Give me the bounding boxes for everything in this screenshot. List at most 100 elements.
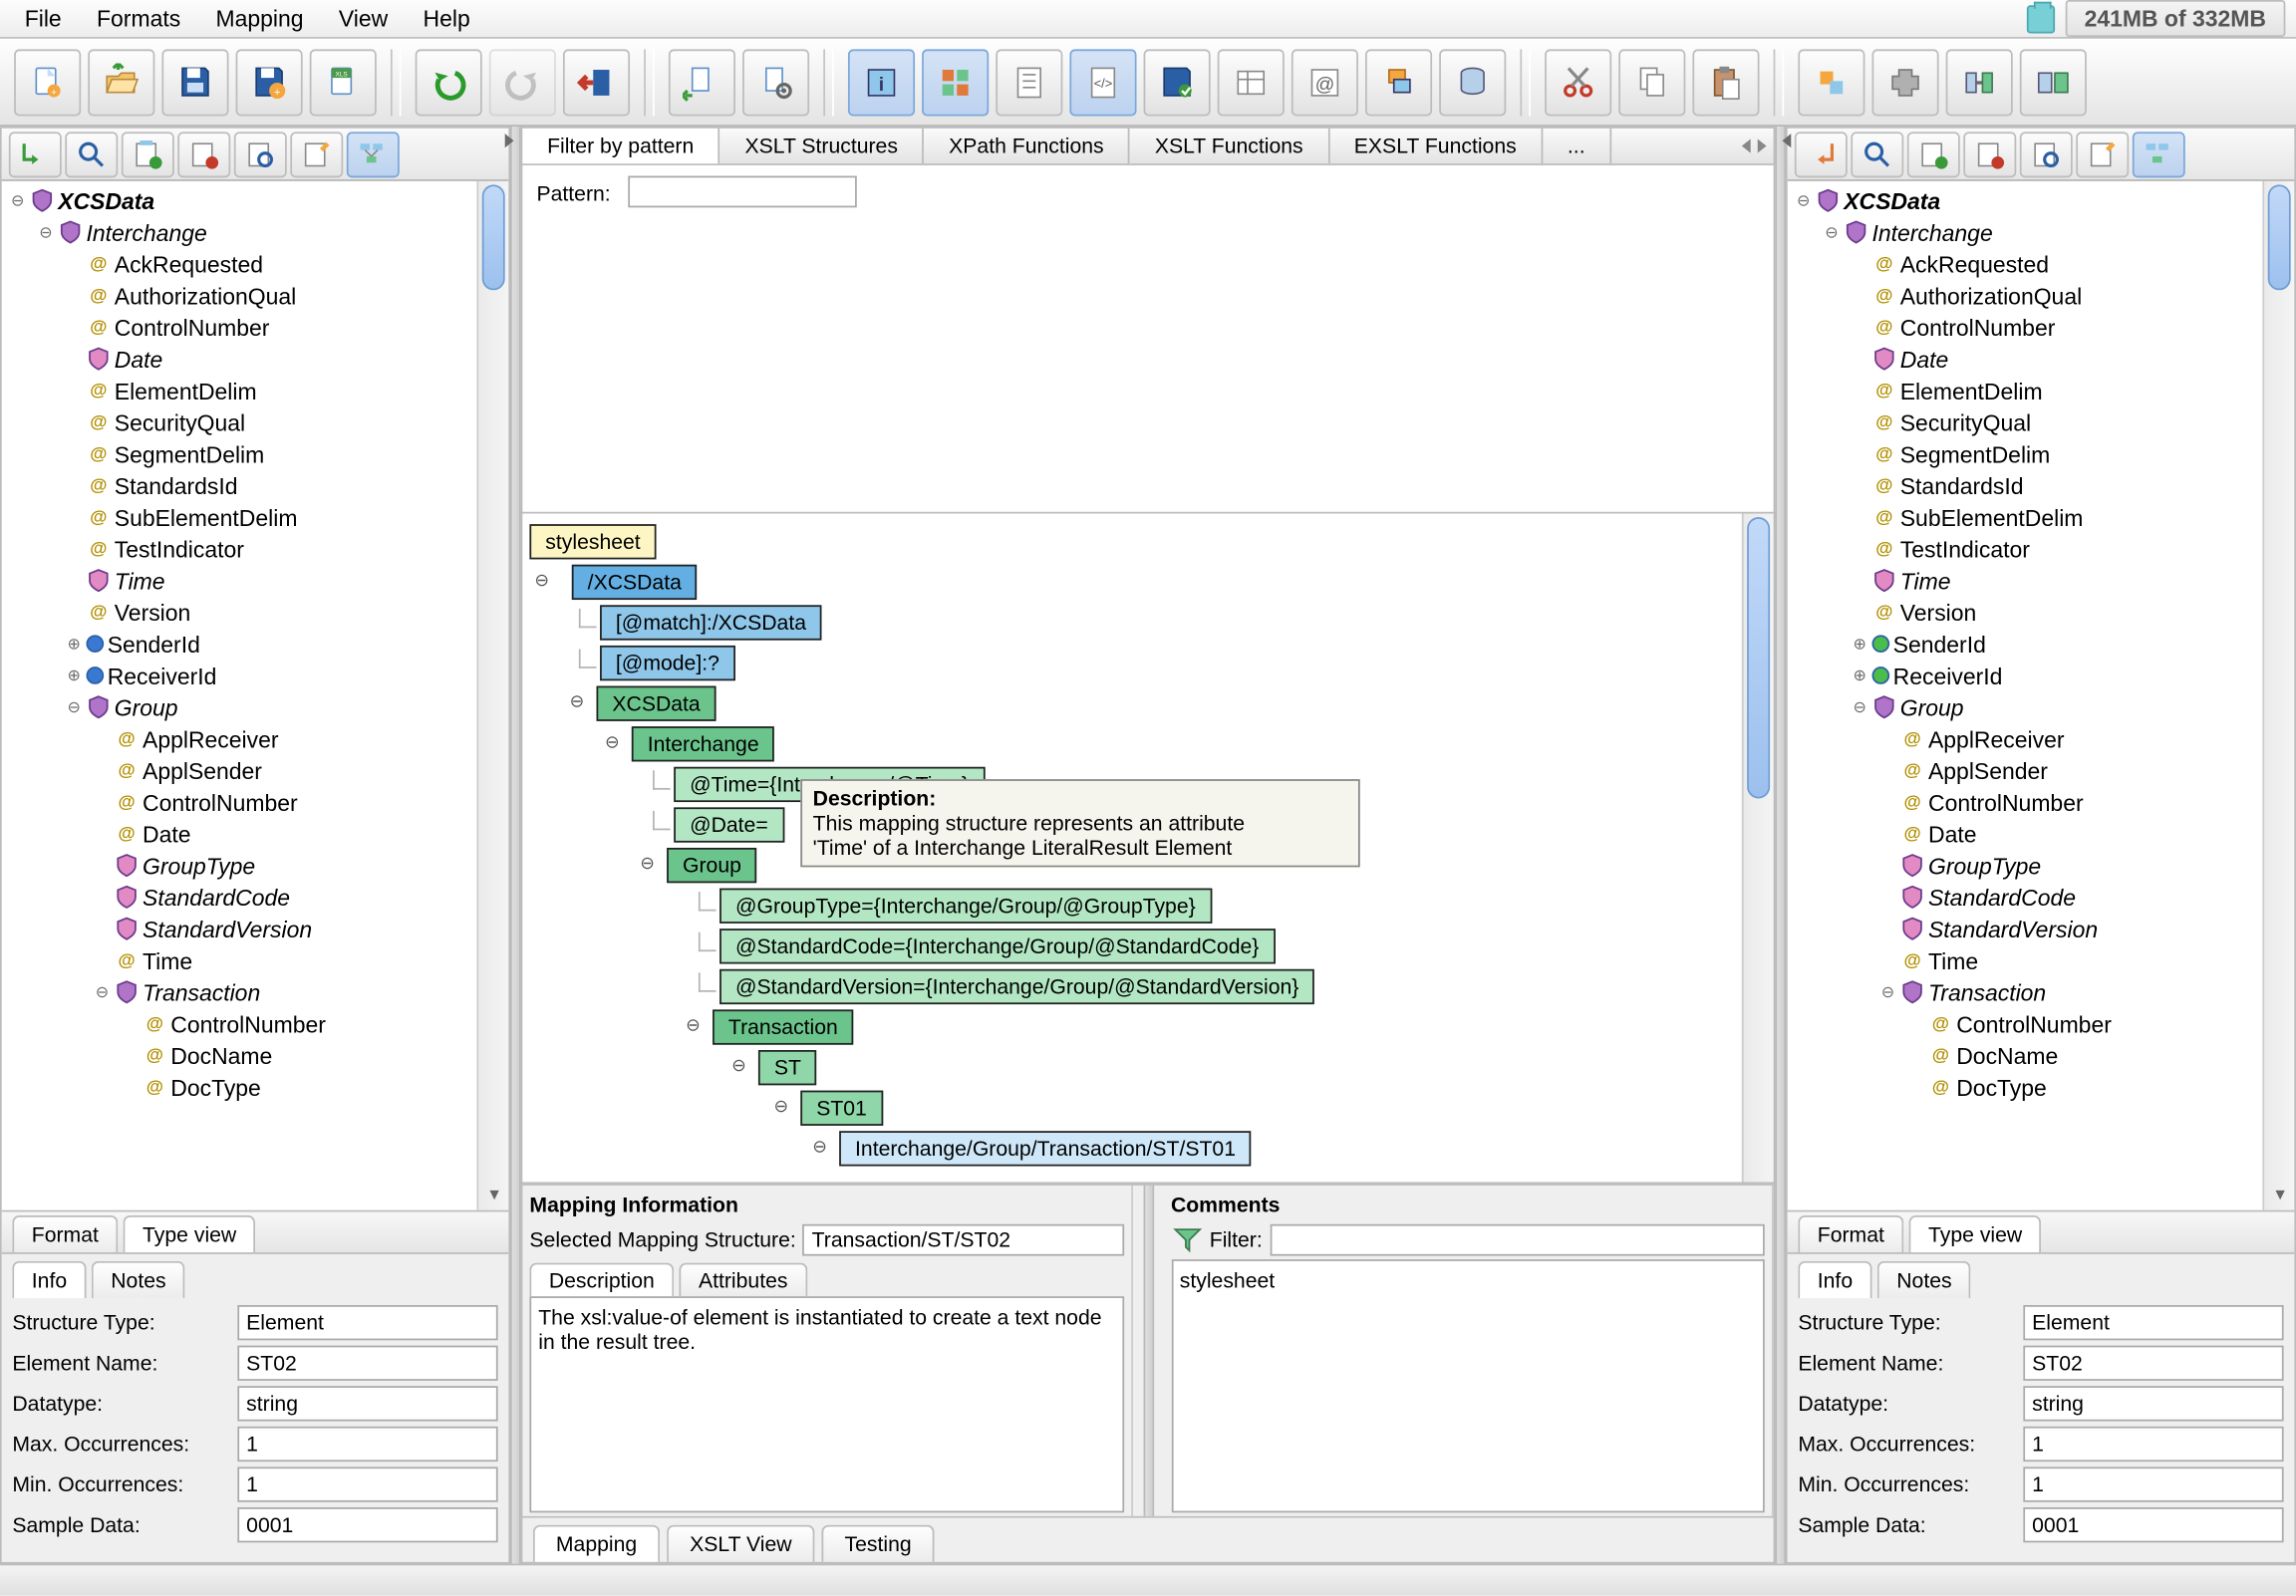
- export-xls-button[interactable]: XLS: [310, 49, 377, 116]
- mapping-info-heading: Mapping Information: [529, 1193, 1123, 1217]
- notes-remove-button-r[interactable]: [1963, 132, 2016, 177]
- tab-mapping[interactable]: Mapping: [533, 1525, 660, 1562]
- tab-scroll-left-icon[interactable]: [1742, 138, 1751, 152]
- node-attr-date[interactable]: @Date=: [674, 806, 783, 841]
- copy-button[interactable]: [1618, 49, 1685, 116]
- node-st[interactable]: ST: [758, 1049, 817, 1084]
- paste-button[interactable]: [1692, 49, 1759, 116]
- mapping-canvas[interactable]: stylesheet ⊖ /XCSData [@match]:/XCSData …: [522, 514, 1741, 1183]
- tab-typeview[interactable]: Type view: [124, 1215, 256, 1252]
- tab-format-r[interactable]: Format: [1798, 1215, 1903, 1252]
- save-map-button[interactable]: [1144, 49, 1211, 116]
- tab-scroll-right-icon[interactable]: [1758, 138, 1767, 152]
- node-transaction[interactable]: Transaction: [713, 1009, 854, 1044]
- gc-icon[interactable]: [2026, 4, 2054, 32]
- node-stylesheet[interactable]: stylesheet: [529, 523, 656, 558]
- info-view-button[interactable]: i: [848, 49, 915, 116]
- import-arrow-button-r[interactable]: [1795, 132, 1848, 177]
- label-element-name: Element Name:: [12, 1351, 237, 1376]
- preview-button-r[interactable]: [2020, 132, 2073, 177]
- tab-description[interactable]: Description: [529, 1263, 674, 1297]
- menu-mapping[interactable]: Mapping: [201, 2, 317, 36]
- splitter-left[interactable]: [510, 127, 521, 1563]
- search-button-r[interactable]: [1851, 132, 1903, 177]
- undo-button[interactable]: [416, 49, 482, 116]
- node-st01-path[interactable]: Interchange/Group/Transaction/ST/ST01: [839, 1130, 1252, 1165]
- tab-info[interactable]: Info: [12, 1261, 86, 1298]
- tab-filter[interactable]: Filter by pattern: [522, 129, 719, 163]
- notes-remove-button[interactable]: [177, 132, 230, 177]
- node-st01[interactable]: ST01: [800, 1090, 882, 1125]
- notes-add-button-r[interactable]: [1907, 132, 1960, 177]
- notes-add-button[interactable]: [122, 132, 174, 177]
- plugin1-button[interactable]: [1798, 49, 1865, 116]
- left-scrollbar[interactable]: ▲▼: [476, 181, 508, 1210]
- search-button[interactable]: [65, 132, 118, 177]
- code-view-button[interactable]: </>: [1069, 49, 1136, 116]
- import-arrow-button[interactable]: [9, 132, 62, 177]
- comment-list[interactable]: stylesheet: [1171, 1259, 1765, 1512]
- node-attr-sc[interactable]: @StandardCode={Interchange/Group/@Standa…: [719, 928, 1275, 962]
- edit-button-r[interactable]: [2076, 132, 2129, 177]
- node-interchange[interactable]: Interchange: [632, 725, 775, 760]
- node-mode[interactable]: [@mode]:?: [600, 645, 735, 679]
- input-button[interactable]: [669, 49, 735, 116]
- tab-attributes[interactable]: Attributes: [680, 1263, 807, 1297]
- attribute-icon: @: [143, 1075, 167, 1100]
- node-match[interactable]: [@match]:/XCSData: [600, 604, 822, 639]
- node-attr-gt[interactable]: @GroupType={Interchange/Group/@GroupType…: [719, 888, 1212, 923]
- menu-view[interactable]: View: [325, 2, 403, 36]
- tab-testing[interactable]: Testing: [822, 1525, 935, 1562]
- pattern-input[interactable]: [628, 176, 857, 208]
- tab-more[interactable]: ...: [1543, 129, 1611, 163]
- bottom-splitter[interactable]: [1143, 1186, 1154, 1516]
- node-xcsdata2[interactable]: XCSData: [597, 685, 717, 720]
- tab-typeview-r[interactable]: Type view: [1909, 1215, 2042, 1252]
- open-file-button[interactable]: [88, 49, 154, 116]
- tab-format[interactable]: Format: [12, 1215, 118, 1252]
- menu-help[interactable]: Help: [409, 2, 483, 36]
- tab-xpath[interactable]: XPath Functions: [924, 129, 1130, 163]
- node-xcsdata[interactable]: /XCSData: [572, 564, 698, 599]
- new-file-button[interactable]: +: [14, 49, 81, 116]
- layers-button[interactable]: [1365, 49, 1432, 116]
- tab-xslt-functions[interactable]: XSLT Functions: [1130, 129, 1329, 163]
- shield-icon: [1900, 885, 1925, 910]
- list-view-button[interactable]: [996, 49, 1062, 116]
- tab-notes-r[interactable]: Notes: [1877, 1261, 1971, 1298]
- plugin3-button[interactable]: [1946, 49, 2013, 116]
- preview-button[interactable]: [234, 132, 287, 177]
- canvas-scrollbar[interactable]: [1742, 514, 1774, 1183]
- plugin4-button[interactable]: [2020, 49, 2087, 116]
- at-button[interactable]: @: [1292, 49, 1358, 116]
- menu-formats[interactable]: Formats: [83, 2, 194, 36]
- save-button[interactable]: [161, 49, 228, 116]
- cut-button[interactable]: [1545, 49, 1611, 116]
- left-tree[interactable]: ⊖XCSData ⊖Interchange @AckRequested@Auth…: [2, 181, 477, 1210]
- comments-pane: Comments Filter: stylesheet: [1164, 1186, 1774, 1516]
- tree-type-button[interactable]: [347, 132, 400, 177]
- tab-info-r[interactable]: Info: [1798, 1261, 1871, 1298]
- table-button[interactable]: [1218, 49, 1285, 116]
- filter-input[interactable]: [1270, 1224, 1765, 1256]
- right-scrollbar[interactable]: ▲▼: [2262, 181, 2294, 1210]
- right-tree[interactable]: ⊖XCSData ⊖Interchange @AckRequested@Auth…: [1788, 181, 2263, 1210]
- tree-type-button-r[interactable]: [2133, 132, 2185, 177]
- db-button[interactable]: [1439, 49, 1506, 116]
- plugin2-button[interactable]: [1871, 49, 1938, 116]
- grid-view-button[interactable]: [922, 49, 989, 116]
- exit-button[interactable]: [563, 49, 630, 116]
- save-as-button[interactable]: +: [236, 49, 303, 116]
- tab-xsltview[interactable]: XSLT View: [667, 1525, 814, 1562]
- tab-notes[interactable]: Notes: [92, 1261, 185, 1298]
- node-group[interactable]: Group: [667, 847, 757, 882]
- output-button[interactable]: [742, 49, 809, 116]
- splitter-right[interactable]: [1775, 127, 1786, 1563]
- tab-xslt-structures[interactable]: XSLT Structures: [720, 129, 925, 163]
- redo-button[interactable]: [489, 49, 556, 116]
- menu-file[interactable]: File: [11, 2, 76, 36]
- edit-button[interactable]: [290, 132, 343, 177]
- node-attr-sv[interactable]: @StandardVersion={Interchange/Group/@Sta…: [719, 968, 1314, 1003]
- tab-exslt[interactable]: EXSLT Functions: [1329, 129, 1543, 163]
- shield-icon: [1871, 694, 1896, 719]
